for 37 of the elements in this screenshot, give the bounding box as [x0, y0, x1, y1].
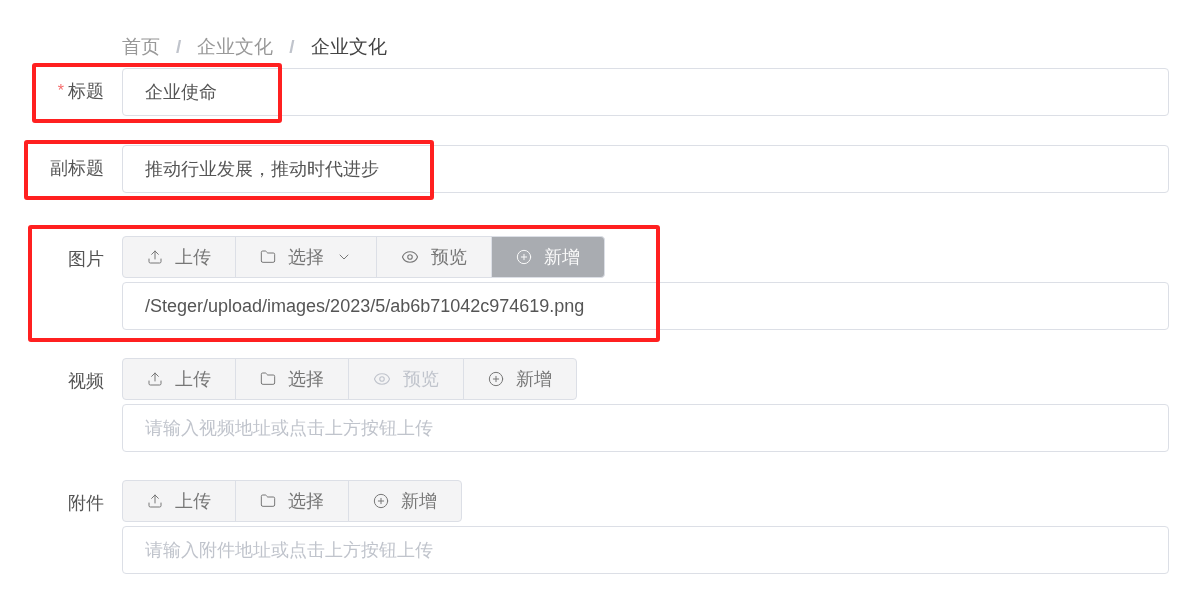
- upload-icon: [147, 249, 163, 265]
- eye-icon: [401, 248, 419, 266]
- folder-icon: [260, 371, 276, 387]
- select-button[interactable]: 选择: [235, 236, 377, 278]
- field-label: 附件: [68, 491, 104, 515]
- upload-icon: [147, 371, 163, 387]
- plus-circle-icon: [373, 493, 389, 509]
- folder-icon: [260, 493, 276, 509]
- upload-button[interactable]: 上传: [122, 236, 236, 278]
- field-label: 标题: [68, 79, 104, 103]
- eye-icon: [373, 370, 391, 388]
- select-button[interactable]: 选择: [235, 358, 349, 400]
- select-button[interactable]: 选择: [235, 480, 349, 522]
- plus-circle-icon: [516, 249, 532, 265]
- folder-icon: [260, 249, 276, 265]
- text-field[interactable]: 推动行业发展，推动时代进步: [122, 145, 1169, 193]
- field-label: 图片: [68, 247, 104, 271]
- plus-circle-icon: [488, 371, 504, 387]
- required-mark: *: [57, 81, 64, 101]
- add-button[interactable]: 新增: [463, 358, 577, 400]
- breadcrumb-item[interactable]: 首页: [122, 32, 160, 62]
- text-field[interactable]: /Steger/upload/images/2023/5/ab6b71042c974619.png: [122, 282, 1169, 330]
- breadcrumb-separator: /: [289, 34, 295, 59]
- preview-button[interactable]: 预览: [376, 236, 492, 278]
- upload-icon: [147, 493, 163, 509]
- upload-button[interactable]: 上传: [122, 480, 236, 522]
- add-button[interactable]: 新增: [491, 236, 605, 278]
- field-label: 视频: [68, 369, 104, 393]
- breadcrumb-separator: /: [176, 34, 182, 59]
- field-label: 副标题: [50, 156, 104, 180]
- breadcrumb-item[interactable]: 企业文化: [197, 32, 274, 62]
- breadcrumb-item: 企业文化: [310, 34, 387, 59]
- add-button[interactable]: 新增: [348, 480, 462, 522]
- text-field[interactable]: 企业使命: [122, 68, 1169, 116]
- text-field[interactable]: 请输入视频地址或点击上方按钮上传: [122, 404, 1169, 452]
- upload-button[interactable]: 上传: [122, 358, 236, 400]
- text-field[interactable]: 请输入附件地址或点击上方按钮上传: [122, 526, 1169, 574]
